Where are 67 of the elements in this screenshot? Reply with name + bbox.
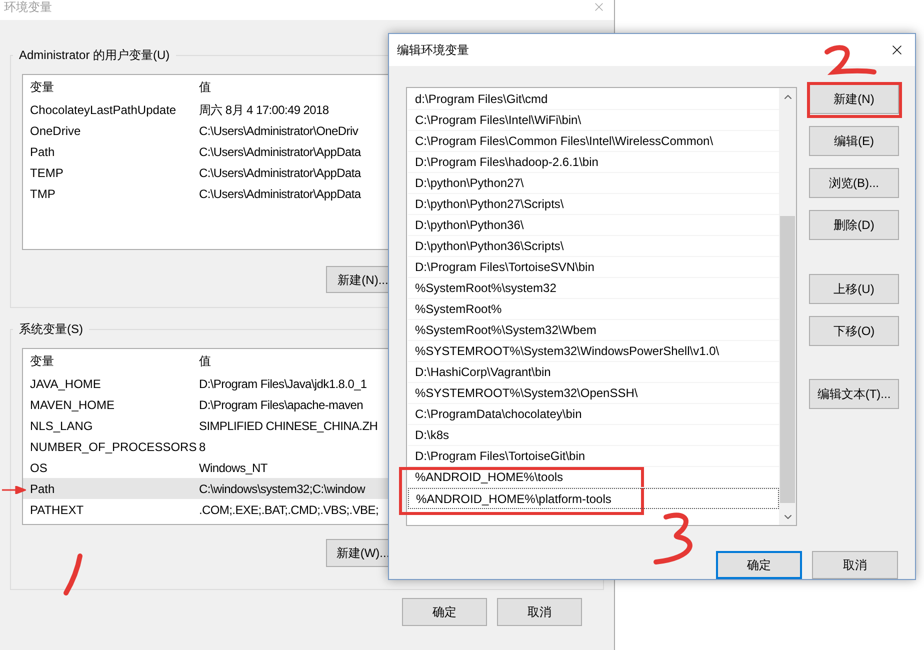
side-button[interactable]: 下移(O) xyxy=(809,316,899,346)
variable-value: 8 xyxy=(199,438,206,456)
path-entry[interactable]: %ANDROID_HOME%\platform-tools xyxy=(408,488,779,509)
variable-value: C:\Users\Administrator\AppData xyxy=(199,144,361,160)
variable-value: C:\Users\Administrator\OneDriv xyxy=(199,122,358,140)
path-entry[interactable]: d:\Program Files\Git\cmd xyxy=(408,89,779,110)
variable-name: Path xyxy=(29,480,56,498)
path-entry[interactable]: D:\python\Python27\ xyxy=(408,173,779,194)
path-entry[interactable]: %ANDROID_HOME%\tools xyxy=(408,467,779,488)
variable-name: Path xyxy=(29,144,56,160)
variable-name: TEMP xyxy=(29,164,64,182)
path-entry[interactable]: C:\Program Files\Common Files\Intel\WirelessCommon\ xyxy=(408,131,779,152)
column-header[interactable]: 值 xyxy=(199,78,211,96)
variable-value: C:\windows\system32;C:\window xyxy=(199,480,366,498)
side-button[interactable]: 删除(D) xyxy=(809,210,899,240)
side-button[interactable]: 新建(N) xyxy=(809,84,899,114)
ok-button[interactable]: 确定 xyxy=(716,551,802,579)
side-button[interactable]: 上移(U) xyxy=(809,274,899,304)
path-entry[interactable]: D:\Program Files\TortoiseSVN\bin xyxy=(408,257,779,278)
column-header[interactable]: 值 xyxy=(199,352,211,370)
group-label: 系统变量(S) xyxy=(18,321,84,338)
side-button[interactable]: 编辑(E) xyxy=(809,126,899,156)
path-entry[interactable]: D:\Program Files\TortoiseGit\bin xyxy=(408,446,779,467)
variable-name: NLS_LANG xyxy=(29,418,94,434)
scroll-thumb[interactable] xyxy=(780,216,795,503)
side-button[interactable]: 浏览(B)... xyxy=(809,168,899,198)
path-entry[interactable]: D:\k8s xyxy=(408,425,779,446)
variable-value: .COM;.EXE;.BAT;.CMD;.VBS;.VBE; xyxy=(199,502,378,518)
column-header[interactable]: 变量 xyxy=(23,78,199,96)
variable-value: D:\Program Files\Java\jdk1.8.0_1 xyxy=(199,376,367,392)
path-entry[interactable]: D:\python\Python36\ xyxy=(408,215,779,236)
variable-name: MAVEN_HOME xyxy=(29,396,116,414)
scribble-drawing xyxy=(822,44,878,77)
path-entry[interactable]: %SYSTEMROOT%\System32\OpenSSH\ xyxy=(408,383,779,404)
path-entry[interactable]: D:\python\Python36\Scripts\ xyxy=(408,236,779,257)
variable-value: 周六 8月 4 17:00:49 2018 xyxy=(199,102,329,118)
path-entry[interactable]: D:\HashiCorp\Vagrant\bin xyxy=(408,362,779,383)
dialog-title: 编辑环境变量 xyxy=(397,42,469,59)
variable-value: C:\Users\Administrator\AppData xyxy=(199,164,361,182)
path-entry[interactable]: %SYSTEMROOT%\System32\WindowsPowerShell\v1.0\ xyxy=(408,341,779,362)
variable-value: D:\Program Files\apache-maven xyxy=(199,396,364,414)
group-label: Administrator 的用户变量(U) xyxy=(18,47,171,64)
path-entry[interactable]: %SystemRoot%\system32 xyxy=(408,278,779,299)
window-title: 环境变量 xyxy=(4,0,52,16)
path-entry[interactable]: D:\Program Files\hadoop-2.6.1\bin xyxy=(408,152,779,173)
variable-name: OS xyxy=(29,460,48,476)
cancel-button[interactable]: 取消 xyxy=(497,598,582,626)
variable-name: TMP xyxy=(29,186,56,202)
variable-name: PATHEXT xyxy=(29,502,85,518)
variable-value: C:\Users\Administrator\AppData xyxy=(199,186,361,202)
variable-value: Windows_NT xyxy=(199,460,268,476)
variable-name: OneDrive xyxy=(29,122,82,140)
scrollbar[interactable] xyxy=(779,88,796,525)
path-entry[interactable]: D:\python\Python27\Scripts\ xyxy=(408,194,779,215)
path-entry[interactable]: %SystemRoot%\System32\Wbem xyxy=(408,320,779,341)
variable-name: ChocolateyLastPathUpdate xyxy=(29,102,178,118)
path-entry[interactable]: C:\ProgramData\chocolatey\bin xyxy=(408,404,779,425)
ok-button[interactable]: 确定 xyxy=(402,598,487,626)
scribble-drawing xyxy=(62,553,84,597)
variable-value: SIMPLIFIED CHINESE_CHINA.ZH xyxy=(199,418,378,434)
cancel-button[interactable]: 取消 xyxy=(812,551,898,579)
variable-name: JAVA_HOME xyxy=(29,376,102,392)
column-header[interactable]: 变量 xyxy=(23,352,199,370)
path-entry[interactable]: %SystemRoot% xyxy=(408,299,779,320)
variable-name: NUMBER_OF_PROCESSORS xyxy=(29,438,198,456)
path-entry[interactable]: C:\Program Files\Intel\WiFi\bin\ xyxy=(408,110,779,131)
side-button[interactable]: 编辑文本(T)... xyxy=(809,379,899,409)
